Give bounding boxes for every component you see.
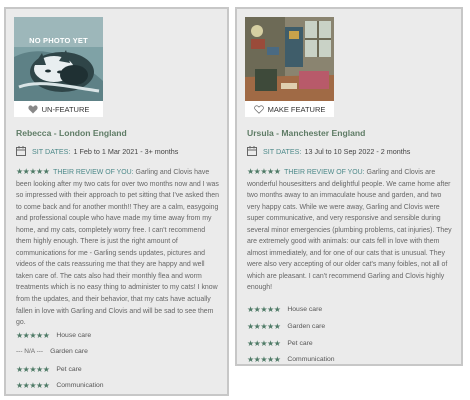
sit-dates-value: 1 Feb to 1 Mar 2021 - 3+ months — [73, 146, 179, 156]
room-photo — [245, 17, 334, 101]
rating-garden-care: ★★★★★ Garden care — [247, 322, 325, 331]
review-text: Garling and Clovis have been looking aft… — [16, 169, 220, 327]
review-block: ★★★★★ THEIR REVIEW OF YOU: Garling and C… — [16, 166, 219, 329]
review-stars: ★★★★★ — [247, 167, 281, 176]
rating-pet-care: ★★★★★ Pet care — [247, 339, 313, 348]
sit-dates-value: 13 Jul to 10 Sep 2022 - 2 months — [304, 146, 411, 156]
heart-filled-icon — [28, 104, 38, 113]
rating-label: Communication — [56, 382, 104, 389]
make-feature-label: MAKE FEATURE — [267, 104, 326, 114]
rating-stars: ★★★★★ — [247, 322, 281, 331]
rating-label: Communication — [287, 356, 335, 363]
rating-label: Pet care — [56, 366, 82, 373]
rating-communication: ★★★★★ Communication — [247, 355, 335, 364]
review-text: Garling and Clovis are wonderful housesi… — [247, 169, 452, 292]
calendar-icon — [16, 146, 26, 156]
review-card-ursula: MAKE FEATURE Ursula - Manchester England… — [235, 7, 463, 366]
cat-photo: NO PHOTO YET — [14, 17, 103, 101]
rating-label: Pet care — [287, 340, 313, 347]
rating-label: House care — [287, 306, 323, 313]
unfeature-button[interactable]: UN-FEATURE — [14, 101, 103, 117]
review-card-rebecca: NO PHOTO YET UN-FEATURE Rebecca - London… — [4, 7, 229, 396]
rating-pet-care: ★★★★★ Pet care — [16, 365, 82, 374]
sit-dates-label: SIT DATES: — [263, 146, 302, 156]
sit-dates: SIT DATES: 1 Feb to 1 Mar 2021 - 3+ mont… — [16, 146, 178, 156]
rating-na: --- N/A --- — [16, 348, 44, 355]
rating-garden-care: --- N/A --- Garden care — [16, 348, 88, 355]
review-label: THEIR REVIEW OF YOU: — [53, 169, 134, 176]
rating-stars: ★★★★★ — [247, 305, 281, 314]
rating-stars: ★★★★★ — [16, 365, 50, 374]
rating-house-care: ★★★★★ House care — [16, 331, 91, 340]
review-label: THEIR REVIEW OF YOU: — [284, 169, 365, 176]
unfeature-label: UN-FEATURE — [41, 104, 90, 114]
calendar-icon — [247, 146, 257, 156]
sit-dates: SIT DATES: 13 Jul to 10 Sep 2022 - 2 mon… — [247, 146, 410, 156]
rating-label: Garden care — [287, 323, 326, 330]
sitter-name: Ursula - Manchester England — [247, 128, 366, 138]
rating-label: Garden care — [50, 348, 88, 355]
heart-outline-icon — [253, 104, 264, 114]
review-stars: ★★★★★ — [16, 167, 50, 176]
no-photo-overlay: NO PHOTO YET — [29, 36, 88, 45]
rating-stars: ★★★★★ — [247, 355, 281, 364]
rating-stars: ★★★★★ — [16, 331, 50, 340]
sit-dates-label: SIT DATES: — [32, 146, 71, 156]
sitter-name: Rebecca - London England — [16, 128, 127, 138]
rating-house-care: ★★★★★ House care — [247, 305, 322, 314]
rating-stars: ★★★★★ — [247, 339, 281, 348]
rating-label: House care — [56, 332, 92, 339]
make-feature-button[interactable]: MAKE FEATURE — [245, 101, 334, 117]
review-block: ★★★★★ THEIR REVIEW OF YOU: Garling and C… — [247, 166, 453, 294]
rating-stars: ★★★★★ — [16, 381, 50, 390]
rating-communication: ★★★★★ Communication — [16, 381, 104, 390]
